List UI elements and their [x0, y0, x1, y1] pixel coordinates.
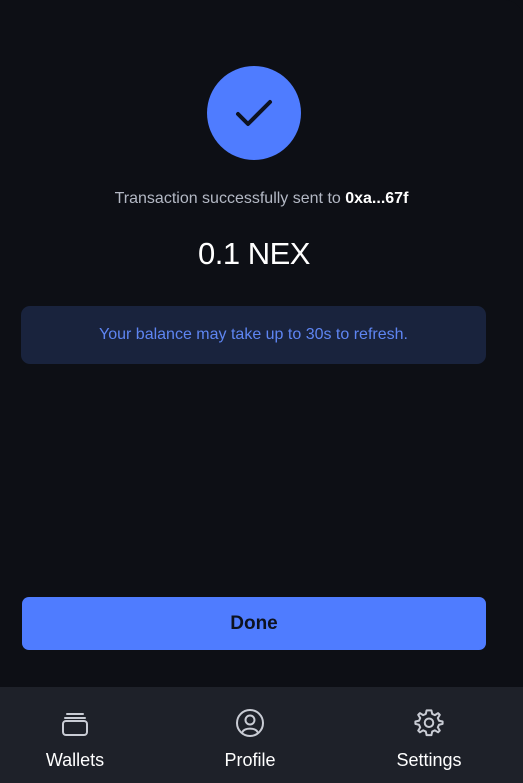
balance-refresh-notice: Your balance may take up to 30s to refre… — [21, 306, 486, 364]
bottom-navigation: Wallets Profile Settings — [0, 687, 523, 783]
success-badge — [207, 66, 301, 160]
nav-label-wallets: Wallets — [45, 750, 105, 770]
nav-label-profile: Profile — [224, 750, 276, 770]
recipient-address: 0xa...67f — [345, 190, 409, 207]
done-button[interactable]: Done — [22, 597, 486, 650]
nav-item-wallets[interactable]: Wallets — [25, 687, 125, 783]
sent-message: Transaction successfully sent to 0xa...6… — [0, 190, 523, 208]
notice-text: Your balance may take up to 30s to refre… — [99, 326, 408, 343]
checkmark-icon — [236, 100, 272, 126]
nav-item-profile[interactable]: Profile — [200, 687, 300, 783]
transaction-success-screen: Transaction successfully sent to 0xa...6… — [0, 0, 523, 783]
wallets-icon — [59, 707, 91, 739]
nav-item-settings[interactable]: Settings — [379, 687, 479, 783]
gear-icon — [413, 707, 445, 739]
profile-icon — [234, 707, 266, 739]
sent-message-prefix: Transaction successfully sent to — [114, 190, 341, 207]
nav-label-settings: Settings — [396, 750, 462, 770]
sent-amount: 0.1 NEX — [198, 236, 310, 271]
